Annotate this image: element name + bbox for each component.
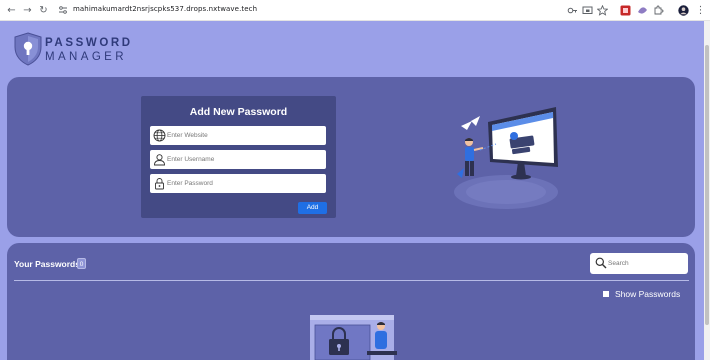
globe-icon xyxy=(153,129,166,142)
profile-avatar-icon[interactable] xyxy=(678,5,689,16)
add-password-button[interactable]: Add xyxy=(298,202,327,214)
website-input[interactable] xyxy=(167,128,322,143)
shield-lock-logo-icon xyxy=(14,32,42,66)
address-bar-url[interactable]: mahimakumardt2nsrjscpks537.drops.nxtwave… xyxy=(73,5,257,13)
search-input[interactable] xyxy=(608,256,684,271)
extension-red-icon[interactable] xyxy=(620,5,631,16)
menu-kebab-icon[interactable]: ⋮ xyxy=(694,4,707,17)
page-scrollbar[interactable] xyxy=(704,21,710,360)
password-field[interactable] xyxy=(150,174,326,193)
extensions-puzzle-icon[interactable] xyxy=(653,5,664,16)
add-password-card xyxy=(7,77,695,237)
show-passwords-label[interactable]: Show Passwords xyxy=(615,289,680,299)
no-passwords-illustration xyxy=(310,315,397,360)
back-icon[interactable]: ← xyxy=(5,4,18,17)
reload-icon[interactable]: ↻ xyxy=(37,4,50,17)
star-icon[interactable] xyxy=(597,5,608,16)
password-manager-illustration xyxy=(454,107,558,209)
logo-text-manager: MANAGER xyxy=(45,51,127,63)
show-passwords-checkbox[interactable] xyxy=(603,291,609,297)
form-title: Add New Password xyxy=(189,106,288,118)
key-icon[interactable] xyxy=(567,5,578,16)
password-input[interactable] xyxy=(167,176,322,191)
logo-text-password: PASSWORD xyxy=(45,37,133,49)
username-field[interactable] xyxy=(150,150,326,169)
site-info-icon[interactable] xyxy=(58,5,68,15)
website-field[interactable] xyxy=(150,126,326,145)
your-passwords-heading: Your Passwords xyxy=(14,259,80,269)
passwords-count-badge: 0 xyxy=(77,258,86,269)
search-icon xyxy=(595,257,607,269)
user-icon xyxy=(154,154,165,166)
section-divider xyxy=(14,280,689,281)
scrollbar-thumb[interactable] xyxy=(705,45,709,325)
browser-toolbar: ← → ↻ mahimakumardt2nsrjscpks537.drops.n… xyxy=(0,0,710,21)
search-field[interactable] xyxy=(590,253,688,274)
lock-icon xyxy=(155,178,164,190)
cast-icon[interactable] xyxy=(582,5,593,16)
extension-purple-icon[interactable] xyxy=(637,5,648,16)
username-input[interactable] xyxy=(167,152,322,167)
forward-icon[interactable]: → xyxy=(21,4,34,17)
